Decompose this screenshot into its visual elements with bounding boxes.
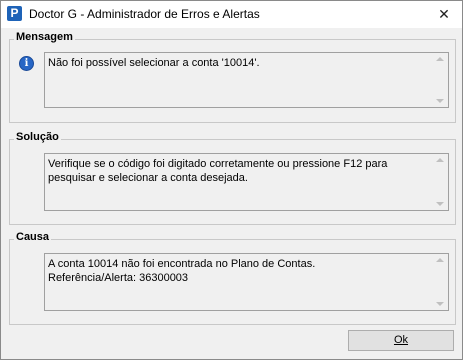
solution-text: Verifique se o código foi digitado corre… [48,158,388,184]
app-icon: P [7,6,22,21]
solution-legend: Solução [14,131,61,143]
cause-group: Causa A conta 10014 não foi encontrada n… [9,231,456,325]
info-icon: i [19,56,34,71]
cause-legend: Causa [14,231,52,243]
solution-group: Solução Verifique se o código foi digita… [9,131,456,225]
message-text: Não foi possível selecionar a conta '100… [48,57,260,69]
close-button[interactable]: ✕ [426,1,462,28]
message-textbox[interactable]: Não foi possível selecionar a conta '100… [44,52,449,108]
close-icon: ✕ [438,6,450,22]
window-title: Doctor G - Administrador de Erros e Aler… [29,7,260,21]
scroll-up-icon[interactable] [436,258,444,262]
message-scrollbar[interactable] [432,53,448,107]
solution-scrollbar[interactable] [432,154,448,210]
cause-textbox[interactable]: A conta 10014 não foi encontrada no Plan… [44,253,449,311]
ok-button-label: Ok [393,334,409,346]
title-bar[interactable]: P Doctor G - Administrador de Erros e Al… [1,1,462,28]
ok-button[interactable]: Ok [348,330,454,351]
scroll-down-icon[interactable] [436,302,444,306]
cause-text: A conta 10014 não foi encontrada no Plan… [48,258,316,284]
cause-scrollbar[interactable] [432,254,448,310]
scroll-down-icon[interactable] [436,202,444,206]
scroll-down-icon[interactable] [436,99,444,103]
message-legend: Mensagem [14,31,75,43]
scroll-up-icon[interactable] [436,158,444,162]
scroll-up-icon[interactable] [436,57,444,61]
error-dialog: P Doctor G - Administrador de Erros e Al… [0,0,463,360]
message-group: Mensagem i Não foi possível selecionar a… [9,31,456,123]
solution-textbox[interactable]: Verifique se o código foi digitado corre… [44,153,449,211]
